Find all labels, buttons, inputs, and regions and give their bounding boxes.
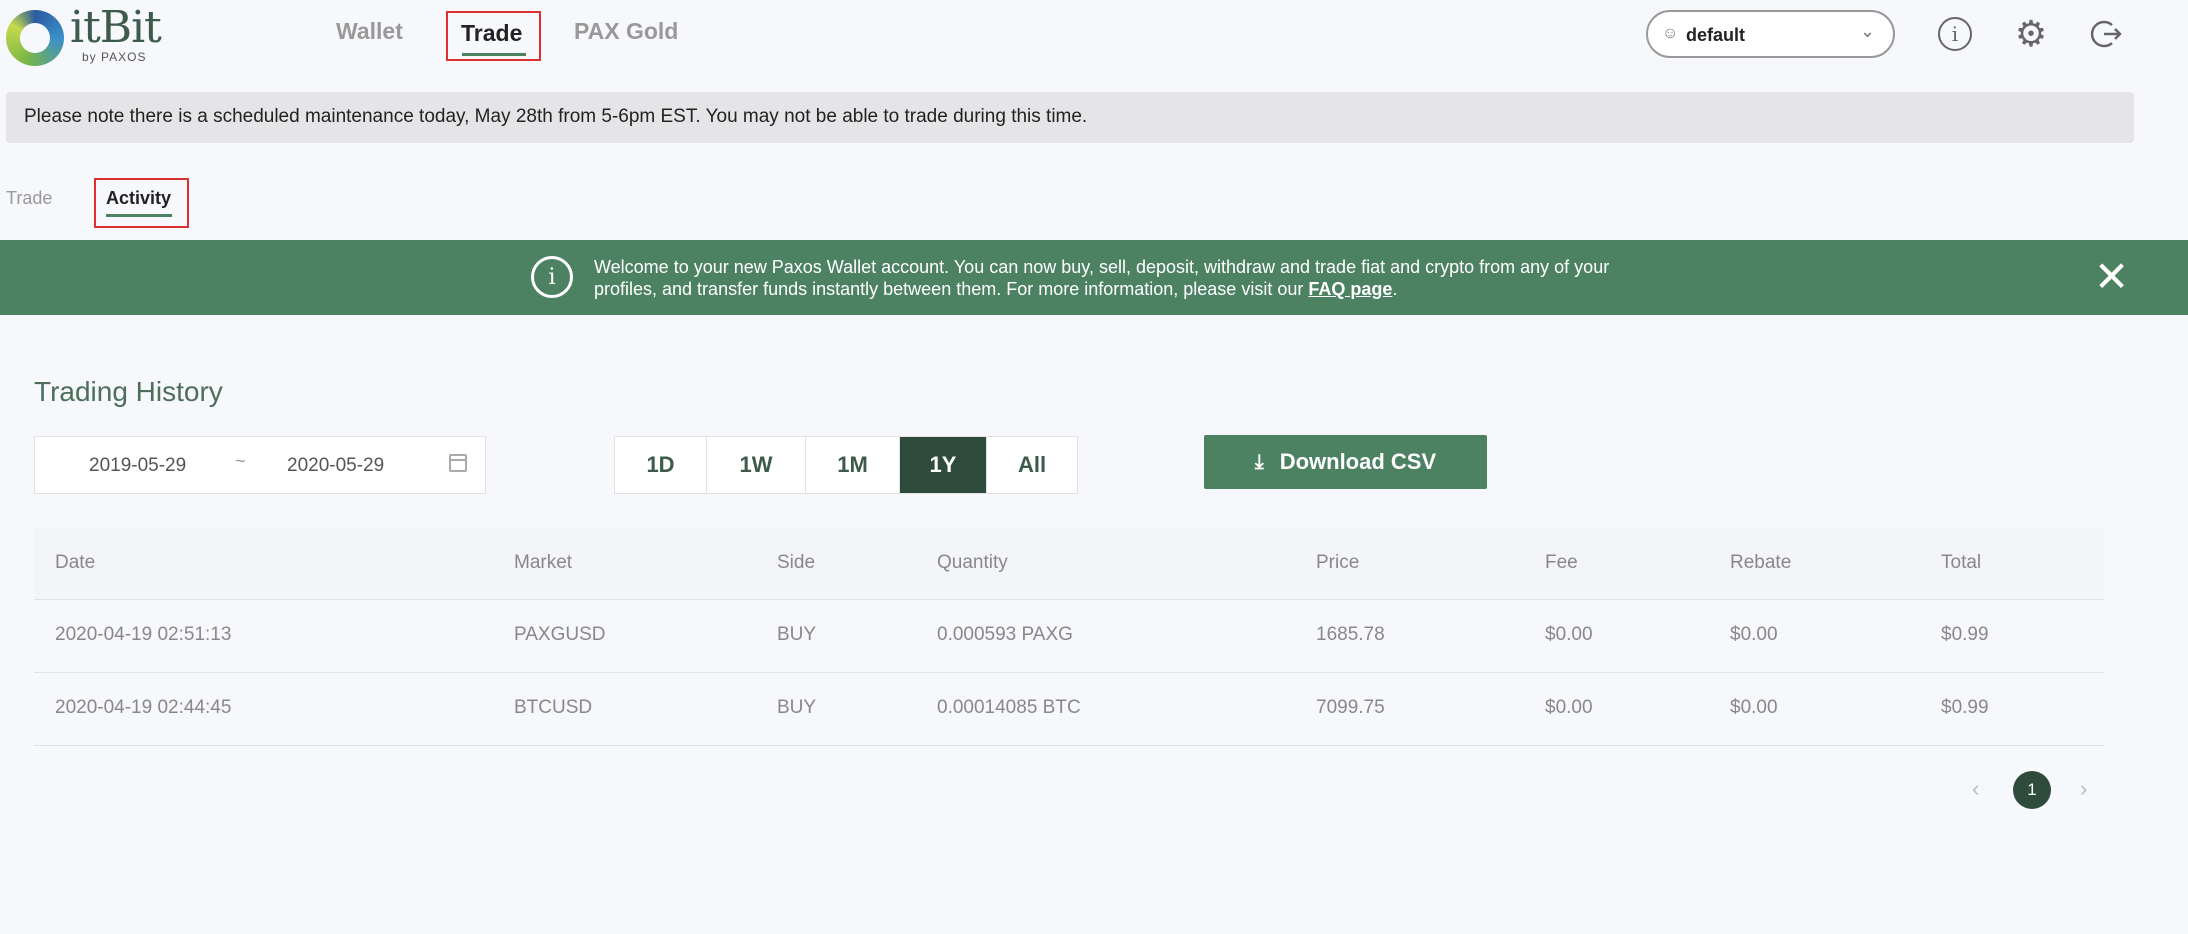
cell-total: $0.99 xyxy=(1941,697,1989,718)
cell-date: 2020-04-19 02:51:13 xyxy=(55,624,232,645)
pagination-page[interactable]: 1 xyxy=(2013,771,2051,809)
nav-trade-label: Trade xyxy=(461,20,523,46)
period-all[interactable]: All xyxy=(987,437,1077,493)
cell-rebate: $0.00 xyxy=(1730,697,1778,718)
period-1d[interactable]: 1D xyxy=(615,437,707,493)
cell-date: 2020-04-19 02:44:45 xyxy=(55,697,232,718)
nav-trade[interactable]: Trade xyxy=(446,11,541,61)
top-header: itBit by PAXOS Wallet Trade PAX Gold ☺ d… xyxy=(0,0,2188,70)
cell-quantity: 0.00014085 BTC xyxy=(937,697,1081,718)
cell-fee: $0.00 xyxy=(1545,624,1593,645)
welcome-text: Welcome to your new Paxos Wallet account… xyxy=(594,257,1610,299)
cell-price: 7099.75 xyxy=(1316,697,1385,718)
info-icon[interactable]: i xyxy=(1938,17,1972,51)
cell-quantity: 0.000593 PAXG xyxy=(937,624,1073,645)
profile-select-value: default xyxy=(1686,25,1746,45)
active-underline xyxy=(462,53,526,56)
period-1m[interactable]: 1M xyxy=(806,437,900,493)
date-to[interactable]: 2020-05-29 xyxy=(287,455,384,477)
date-from[interactable]: 2019-05-29 xyxy=(89,455,186,477)
user-icon: ☺ xyxy=(1662,25,1679,42)
cell-market: PAXGUSD xyxy=(514,624,606,645)
cell-rebate: $0.00 xyxy=(1730,624,1778,645)
cell-price: 1685.78 xyxy=(1316,624,1385,645)
logo-subtitle: by PAXOS xyxy=(82,50,147,64)
subtab-activity-label: Activity xyxy=(106,188,172,208)
cell-side: BUY xyxy=(777,624,817,645)
maintenance-text: Please note there is a scheduled mainten… xyxy=(24,106,1088,127)
column-header[interactable]: Side xyxy=(777,552,815,574)
itbit-logo[interactable]: itBit by PAXOS xyxy=(6,4,162,66)
pagination-next-icon[interactable]: › xyxy=(2080,776,2087,802)
table-row: 2020-04-19 02:44:45 BTCUSD BUY 0.0001408… xyxy=(34,673,2104,746)
column-header[interactable]: Fee xyxy=(1545,552,1578,574)
close-icon[interactable]: ✕ xyxy=(2094,252,2129,301)
chevron-down-icon: ⌄ xyxy=(1860,21,1876,41)
logout-icon[interactable] xyxy=(2090,17,2124,51)
table-header: Date Market Side Quantity Price Fee Reba… xyxy=(34,528,2104,600)
cell-market: BTCUSD xyxy=(514,697,593,718)
table-row: 2020-04-19 02:51:13 PAXGUSD BUY 0.000593… xyxy=(34,600,2104,673)
info-icon: i xyxy=(531,256,573,298)
subtab-trade[interactable]: Trade xyxy=(6,188,52,209)
welcome-message: Welcome to your new Paxos Wallet account… xyxy=(594,256,1614,300)
period-1w[interactable]: 1W xyxy=(707,437,806,493)
profile-select[interactable]: ☺ default ⌄ xyxy=(1646,10,1895,58)
subtab-activity[interactable]: Activity xyxy=(94,178,189,228)
faq-link[interactable]: FAQ page xyxy=(1308,279,1392,299)
nav-wallet[interactable]: Wallet xyxy=(336,18,403,45)
page-title: Trading History xyxy=(34,376,223,407)
gear-icon[interactable]: ⚙ xyxy=(2014,13,2048,54)
pagination-prev-icon[interactable]: ‹ xyxy=(1972,776,1979,802)
period-1y[interactable]: 1Y xyxy=(900,437,987,493)
column-header[interactable]: Quantity xyxy=(937,552,1008,574)
logo-ring-icon xyxy=(6,10,64,66)
column-header[interactable]: Total xyxy=(1941,552,1981,574)
download-icon: ⤓ xyxy=(1254,450,1264,473)
calendar-icon[interactable] xyxy=(449,454,467,472)
active-underline xyxy=(106,214,172,217)
cell-side: BUY xyxy=(777,697,817,718)
cell-fee: $0.00 xyxy=(1545,697,1593,718)
download-csv-label: Download CSV xyxy=(1279,449,1437,474)
column-header[interactable]: Rebate xyxy=(1730,552,1791,574)
maintenance-banner: Please note there is a scheduled mainten… xyxy=(6,92,2134,143)
trading-history-table: Date Market Side Quantity Price Fee Reba… xyxy=(34,528,2104,746)
column-header[interactable]: Market xyxy=(514,552,572,574)
welcome-banner: i Welcome to your new Paxos Wallet accou… xyxy=(0,240,2188,315)
welcome-text-end: . xyxy=(1392,279,1398,299)
column-header[interactable]: Price xyxy=(1316,552,1359,574)
logo-text: itBit xyxy=(70,2,162,53)
period-selector: 1D 1W 1M 1Y All xyxy=(614,436,1078,494)
date-range-picker[interactable]: 2019-05-29 ~ 2020-05-29 xyxy=(34,436,486,494)
download-csv-button[interactable]: ⤓ Download CSV xyxy=(1204,435,1487,489)
column-header[interactable]: Date xyxy=(55,552,95,574)
cell-total: $0.99 xyxy=(1941,624,1989,645)
date-separator: ~ xyxy=(235,451,246,471)
nav-pax-gold[interactable]: PAX Gold xyxy=(574,18,678,45)
